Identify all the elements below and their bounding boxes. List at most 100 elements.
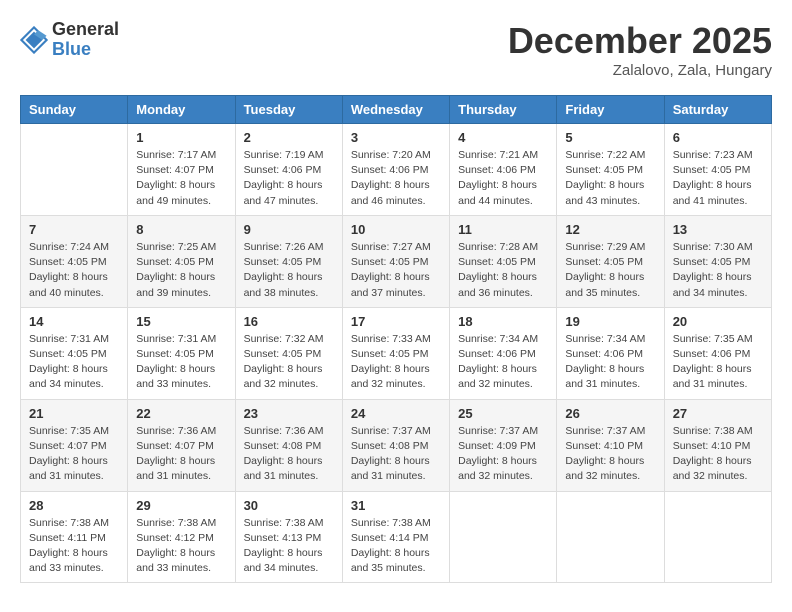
day-number: 2 (244, 130, 334, 145)
calendar-cell (21, 124, 128, 216)
day-info: Sunrise: 7:23 AM Sunset: 4:05 PM Dayligh… (673, 148, 763, 209)
title-area: December 2025 Zalalovo, Zala, Hungary (508, 20, 772, 79)
day-number: 19 (565, 314, 655, 329)
calendar-cell: 12 Sunrise: 7:29 AM Sunset: 4:05 PM Dayli… (557, 215, 664, 307)
day-info: Sunrise: 7:36 AM Sunset: 4:08 PM Dayligh… (244, 424, 334, 485)
calendar-cell: 8 Sunrise: 7:25 AM Sunset: 4:05 PM Daylig… (128, 215, 235, 307)
weekday-header: Thursday (450, 96, 557, 124)
calendar-week-row: 28 Sunrise: 7:38 AM Sunset: 4:11 PM Dayli… (21, 491, 772, 583)
day-number: 13 (673, 222, 763, 237)
day-number: 4 (458, 130, 548, 145)
day-number: 3 (351, 130, 441, 145)
day-number: 16 (244, 314, 334, 329)
calendar-cell: 28 Sunrise: 7:38 AM Sunset: 4:11 PM Dayli… (21, 491, 128, 583)
day-info: Sunrise: 7:21 AM Sunset: 4:06 PM Dayligh… (458, 148, 548, 209)
day-info: Sunrise: 7:36 AM Sunset: 4:07 PM Dayligh… (136, 424, 226, 485)
calendar-cell: 27 Sunrise: 7:38 AM Sunset: 4:10 PM Dayli… (664, 399, 771, 491)
calendar-cell: 5 Sunrise: 7:22 AM Sunset: 4:05 PM Daylig… (557, 124, 664, 216)
day-info: Sunrise: 7:38 AM Sunset: 4:14 PM Dayligh… (351, 516, 441, 577)
weekday-header: Friday (557, 96, 664, 124)
calendar-cell: 15 Sunrise: 7:31 AM Sunset: 4:05 PM Dayli… (128, 307, 235, 399)
day-number: 24 (351, 406, 441, 421)
calendar-cell: 13 Sunrise: 7:30 AM Sunset: 4:05 PM Dayli… (664, 215, 771, 307)
weekday-header: Wednesday (342, 96, 449, 124)
calendar-cell: 19 Sunrise: 7:34 AM Sunset: 4:06 PM Dayli… (557, 307, 664, 399)
day-info: Sunrise: 7:28 AM Sunset: 4:05 PM Dayligh… (458, 240, 548, 301)
day-number: 12 (565, 222, 655, 237)
day-number: 8 (136, 222, 226, 237)
day-number: 30 (244, 498, 334, 513)
day-number: 17 (351, 314, 441, 329)
calendar-week-row: 21Sunrise: 7:35 AM Sunset: 4:07 PM Dayli… (21, 399, 772, 491)
day-number: 28 (29, 498, 119, 513)
calendar-cell: 17 Sunrise: 7:33 AM Sunset: 4:05 PM Dayli… (342, 307, 449, 399)
day-number: 22 (136, 406, 226, 421)
calendar-cell (450, 491, 557, 583)
day-info: Sunrise: 7:31 AM Sunset: 4:05 PM Dayligh… (29, 332, 119, 393)
calendar-cell: 16 Sunrise: 7:32 AM Sunset: 4:05 PM Dayli… (235, 307, 342, 399)
day-number: 27 (673, 406, 763, 421)
day-number: 7 (29, 222, 119, 237)
day-info: Sunrise: 7:31 AM Sunset: 4:05 PM Dayligh… (136, 332, 226, 393)
calendar-cell (557, 491, 664, 583)
weekday-header: Tuesday (235, 96, 342, 124)
day-number: 20 (673, 314, 763, 329)
page-header: General Blue December 2025 Zalalovo, Zal… (20, 20, 772, 79)
day-info: Sunrise: 7:35 AM Sunset: 4:06 PM Dayligh… (673, 332, 763, 393)
day-info: Sunrise: 7:38 AM Sunset: 4:12 PM Dayligh… (136, 516, 226, 577)
logo: General Blue (20, 20, 119, 60)
day-info: Sunrise: 7:26 AM Sunset: 4:05 PM Dayligh… (244, 240, 334, 301)
calendar-week-row: 1 Sunrise: 7:17 AM Sunset: 4:07 PM Daylig… (21, 124, 772, 216)
calendar-cell: 7Sunrise: 7:24 AM Sunset: 4:05 PM Daylig… (21, 215, 128, 307)
day-info: Sunrise: 7:17 AM Sunset: 4:07 PM Dayligh… (136, 148, 226, 209)
day-number: 25 (458, 406, 548, 421)
logo-blue: Blue (52, 40, 119, 60)
calendar-header-row: SundayMondayTuesdayWednesdayThursdayFrid… (21, 96, 772, 124)
calendar-cell: 4 Sunrise: 7:21 AM Sunset: 4:06 PM Daylig… (450, 124, 557, 216)
day-info: Sunrise: 7:20 AM Sunset: 4:06 PM Dayligh… (351, 148, 441, 209)
day-number: 5 (565, 130, 655, 145)
day-number: 9 (244, 222, 334, 237)
day-info: Sunrise: 7:38 AM Sunset: 4:10 PM Dayligh… (673, 424, 763, 485)
day-info: Sunrise: 7:34 AM Sunset: 4:06 PM Dayligh… (565, 332, 655, 393)
calendar-cell: 2 Sunrise: 7:19 AM Sunset: 4:06 PM Daylig… (235, 124, 342, 216)
day-info: Sunrise: 7:25 AM Sunset: 4:05 PM Dayligh… (136, 240, 226, 301)
day-info: Sunrise: 7:22 AM Sunset: 4:05 PM Dayligh… (565, 148, 655, 209)
day-info: Sunrise: 7:30 AM Sunset: 4:05 PM Dayligh… (673, 240, 763, 301)
calendar-week-row: 7Sunrise: 7:24 AM Sunset: 4:05 PM Daylig… (21, 215, 772, 307)
logo-general: General (52, 20, 119, 40)
calendar-cell: 24Sunrise: 7:37 AM Sunset: 4:08 PM Dayli… (342, 399, 449, 491)
calendar-cell (664, 491, 771, 583)
calendar-cell: 9 Sunrise: 7:26 AM Sunset: 4:05 PM Daylig… (235, 215, 342, 307)
day-info: Sunrise: 7:29 AM Sunset: 4:05 PM Dayligh… (565, 240, 655, 301)
day-number: 1 (136, 130, 226, 145)
calendar-cell: 10 Sunrise: 7:27 AM Sunset: 4:05 PM Dayli… (342, 215, 449, 307)
calendar-cell: 6 Sunrise: 7:23 AM Sunset: 4:05 PM Daylig… (664, 124, 771, 216)
day-info: Sunrise: 7:19 AM Sunset: 4:06 PM Dayligh… (244, 148, 334, 209)
day-info: Sunrise: 7:38 AM Sunset: 4:11 PM Dayligh… (29, 516, 119, 577)
day-number: 26 (565, 406, 655, 421)
day-number: 18 (458, 314, 548, 329)
day-info: Sunrise: 7:33 AM Sunset: 4:05 PM Dayligh… (351, 332, 441, 393)
day-number: 11 (458, 222, 548, 237)
calendar-cell: 20 Sunrise: 7:35 AM Sunset: 4:06 PM Dayli… (664, 307, 771, 399)
day-number: 15 (136, 314, 226, 329)
calendar-cell: 31 Sunrise: 7:38 AM Sunset: 4:14 PM Dayli… (342, 491, 449, 583)
calendar-cell: 1 Sunrise: 7:17 AM Sunset: 4:07 PM Daylig… (128, 124, 235, 216)
day-number: 10 (351, 222, 441, 237)
calendar-table: SundayMondayTuesdayWednesdayThursdayFrid… (20, 95, 772, 583)
logo-icon (20, 26, 48, 54)
day-info: Sunrise: 7:27 AM Sunset: 4:05 PM Dayligh… (351, 240, 441, 301)
day-number: 31 (351, 498, 441, 513)
calendar-cell: 23Sunrise: 7:36 AM Sunset: 4:08 PM Dayli… (235, 399, 342, 491)
weekday-header: Monday (128, 96, 235, 124)
day-info: Sunrise: 7:37 AM Sunset: 4:09 PM Dayligh… (458, 424, 548, 485)
day-number: 14 (29, 314, 119, 329)
day-info: Sunrise: 7:35 AM Sunset: 4:07 PM Dayligh… (29, 424, 119, 485)
day-info: Sunrise: 7:32 AM Sunset: 4:05 PM Dayligh… (244, 332, 334, 393)
day-number: 29 (136, 498, 226, 513)
calendar-cell: 3 Sunrise: 7:20 AM Sunset: 4:06 PM Daylig… (342, 124, 449, 216)
day-info: Sunrise: 7:34 AM Sunset: 4:06 PM Dayligh… (458, 332, 548, 393)
calendar-cell: 11 Sunrise: 7:28 AM Sunset: 4:05 PM Dayli… (450, 215, 557, 307)
day-number: 6 (673, 130, 763, 145)
